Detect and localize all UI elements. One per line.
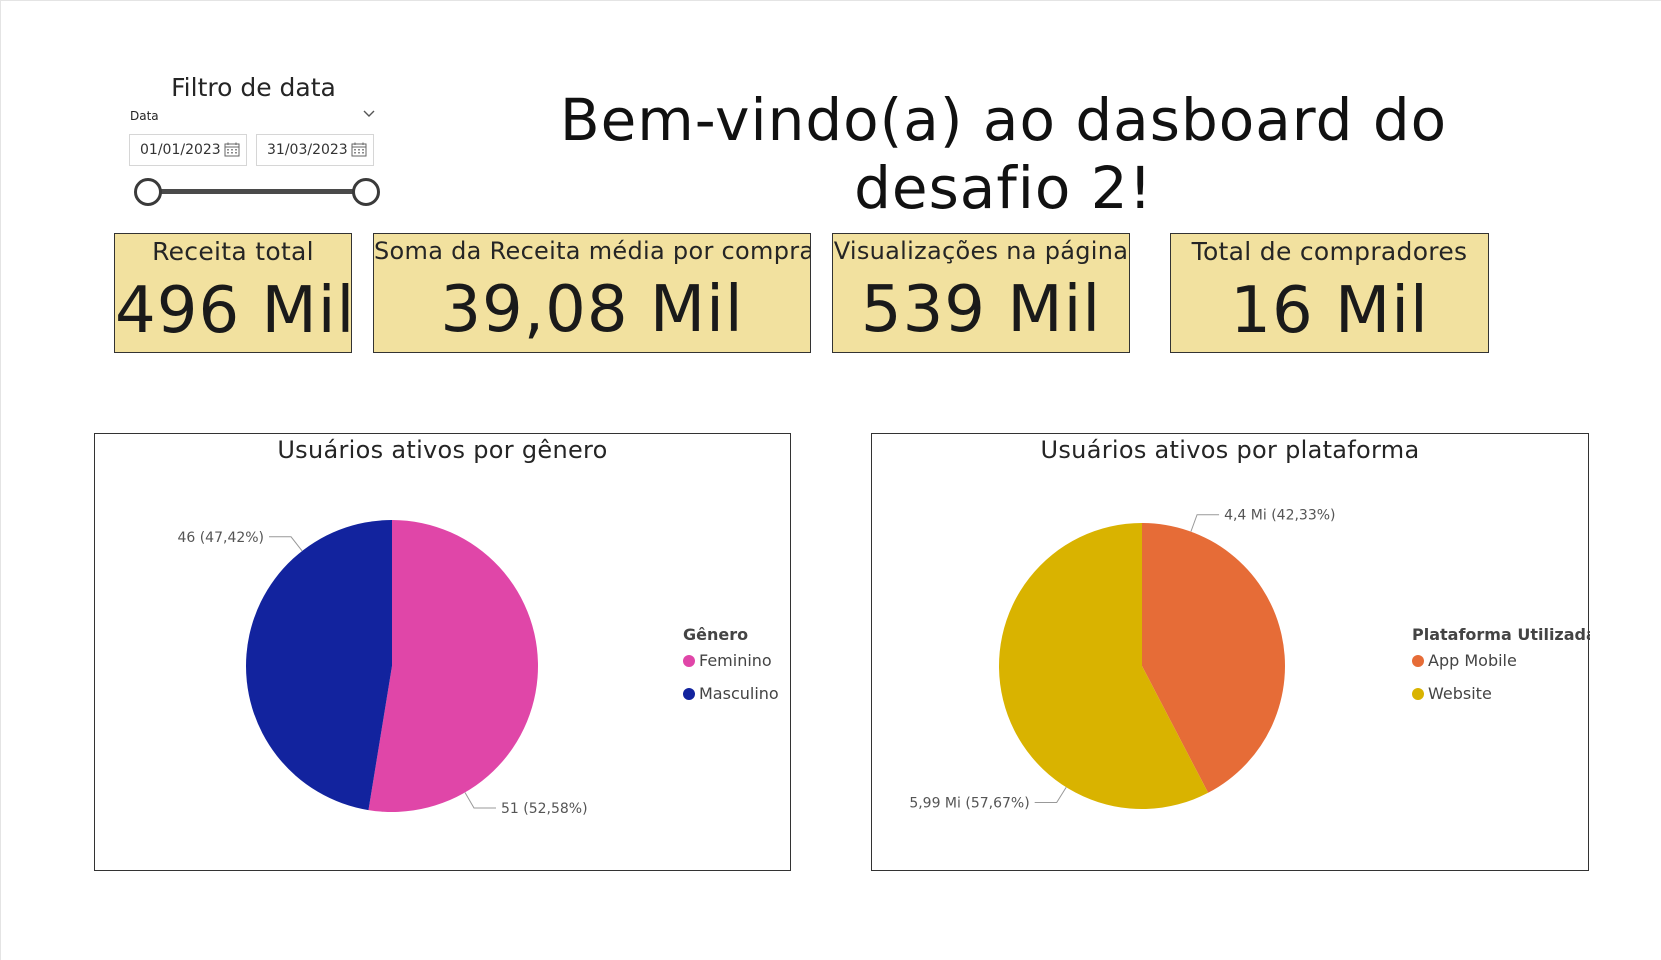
pie-slice-feminino[interactable]	[368, 520, 538, 812]
calendar-icon[interactable]	[351, 142, 367, 157]
date-filter-field-label: Data	[130, 109, 159, 123]
date-range-start-handle[interactable]	[134, 178, 162, 206]
chart-usuarios-genero[interactable]: Usuários ativos por gênero 51 (52,58%) 46…	[94, 433, 791, 871]
legend-marker	[683, 655, 695, 667]
page-title: Bem-vindo(a) ao dasboard do desafio 2!	[559, 86, 1448, 222]
pie-chart-svg: 4,4 Mi (42,33%) 5,99 Mi (57,67%) Plataform…	[909, 508, 1590, 812]
calendar-icon[interactable]	[224, 142, 240, 157]
legend-marker	[683, 688, 695, 700]
data-label: 51 (52,58%)	[501, 801, 588, 817]
date-range-end-handle[interactable]	[352, 178, 380, 206]
start-date-input[interactable]: 01/01/2023	[129, 134, 247, 166]
data-label: 4,4 Mi (42,33%)	[1224, 508, 1335, 524]
chart-usuarios-plataforma[interactable]: Usuários ativos por plataforma 4,4 Mi (4…	[871, 433, 1590, 871]
data-label: 5,99 Mi (57,67%)	[909, 796, 1029, 812]
data-label-leader	[1190, 514, 1220, 532]
date-range-slider-track[interactable]	[148, 189, 366, 194]
kpi-card-visualizacoes: Visualizações na página 539 Mil	[832, 233, 1130, 353]
kpi-label: Soma da Receita média por compra	[374, 237, 811, 265]
data-label-leader	[269, 536, 303, 552]
legend-item[interactable]: Website	[1428, 684, 1492, 703]
kpi-label: Receita total	[152, 237, 314, 266]
pie-chart-svg: 51 (52,58%) 46 (47,42%) Gênero Feminino Masc…	[177, 520, 779, 817]
kpi-card-receita-media: Soma da Receita média por compra 39,08 M…	[373, 233, 811, 353]
chevron-down-icon[interactable]	[362, 107, 376, 121]
kpi-card-receita-total: Receita total 496 Mil	[114, 233, 352, 353]
start-date-value: 01/01/2023	[140, 142, 221, 158]
kpi-value: 496 Mil	[115, 274, 352, 348]
kpi-label: Visualizações na página	[833, 237, 1129, 265]
kpi-label: Total de compradores	[1191, 237, 1468, 266]
legend-marker	[1412, 655, 1424, 667]
date-filter-title: Filtro de data	[171, 73, 336, 102]
legend-item[interactable]: Feminino	[699, 651, 772, 670]
legend-item[interactable]: Masculino	[699, 684, 779, 703]
pie-slice-masculino[interactable]	[246, 520, 392, 811]
report-canvas: Filtro de data Data 01/01/2023 31/03/202…	[0, 0, 1661, 960]
legend-item[interactable]: App Mobile	[1428, 651, 1517, 670]
kpi-value: 16 Mil	[1230, 274, 1429, 348]
data-label: 46 (47,42%)	[177, 530, 264, 546]
data-label-leader	[1034, 787, 1067, 804]
kpi-card-compradores: Total de compradores 16 Mil	[1170, 233, 1489, 353]
kpi-value: 39,08 Mil	[440, 273, 744, 347]
end-date-input[interactable]: 31/03/2023	[256, 134, 374, 166]
legend-marker	[1412, 688, 1424, 700]
end-date-value: 31/03/2023	[267, 142, 348, 158]
kpi-value: 539 Mil	[860, 273, 1102, 347]
legend-title: Gênero	[683, 625, 748, 644]
data-label-leader	[464, 792, 496, 809]
legend-title: Plataforma Utilizada	[1412, 625, 1590, 644]
